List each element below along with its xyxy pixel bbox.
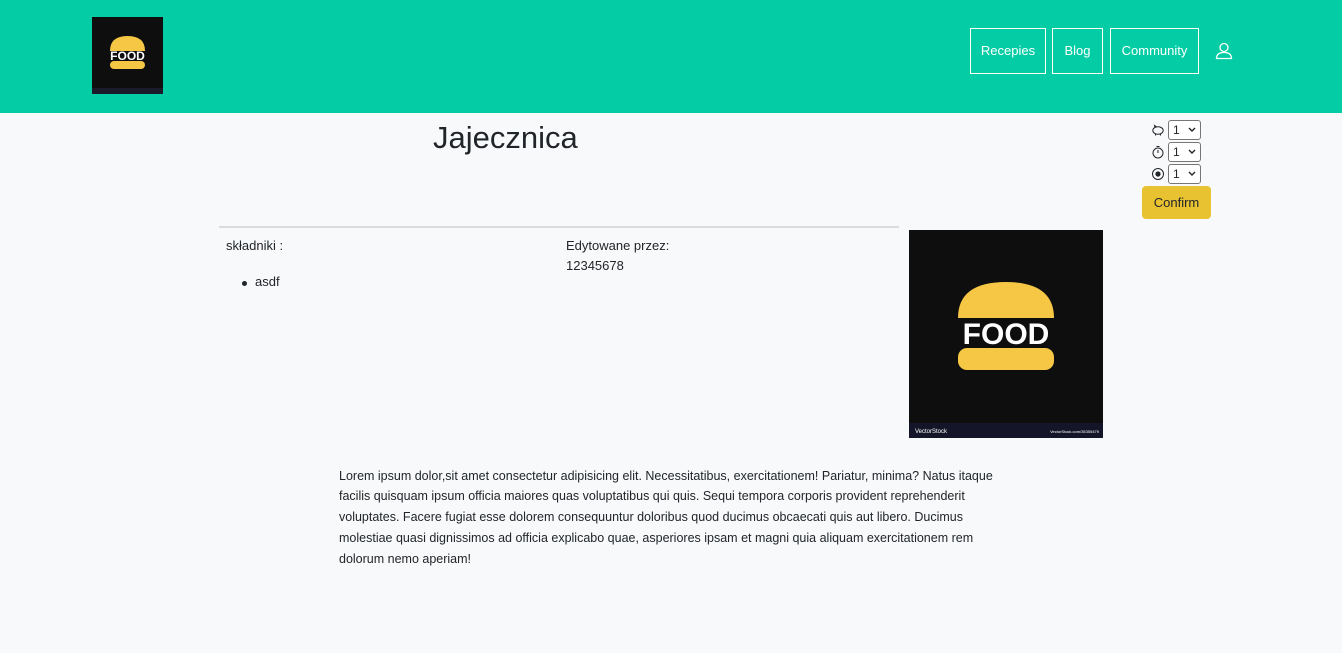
nav-community[interactable]: Community [1110, 28, 1199, 74]
time-select[interactable]: 1 [1168, 142, 1201, 162]
food-logo[interactable]: FOOD [92, 17, 163, 94]
burger-logo-icon: FOOD [92, 36, 163, 94]
svg-text:VectorStock: VectorStock [915, 429, 948, 435]
recipe-description: Lorem ipsum dolor,sit amet consectetur a… [339, 468, 993, 566]
nav-recepies[interactable]: Recepies [970, 28, 1046, 74]
svg-text:FOOD: FOOD [110, 49, 145, 63]
user-icon[interactable] [1214, 41, 1234, 61]
recipe-image: FOOD VectorStock VectorStock.com/3535547… [909, 230, 1103, 438]
difficulty-icon [1152, 168, 1164, 180]
svg-text:FOOD: FOOD [963, 318, 1050, 351]
recipe-title: Jajecznica [433, 120, 578, 155]
stopwatch-icon [1152, 146, 1164, 159]
bullet [242, 281, 247, 286]
difficulty-select[interactable]: 1 [1168, 164, 1201, 184]
ingredients-label: składniki : [226, 238, 284, 253]
cost-select[interactable]: 1 [1168, 120, 1201, 140]
edited-by-user: 12345678 [566, 258, 624, 273]
nav-blog[interactable]: Blog [1052, 28, 1103, 74]
navbar: FOOD Recepies Blog Community [0, 0, 1342, 113]
confirm-button[interactable]: Confirm [1142, 186, 1211, 219]
burger-image-icon: FOOD VectorStock VectorStock.com/3535547… [909, 282, 1103, 438]
edited-by-label: Edytowane przez: [566, 238, 670, 253]
svg-text:VectorStock.com/35355479: VectorStock.com/35355479 [1050, 429, 1100, 434]
piggy-bank-icon [1152, 124, 1164, 136]
divider [219, 226, 899, 228]
